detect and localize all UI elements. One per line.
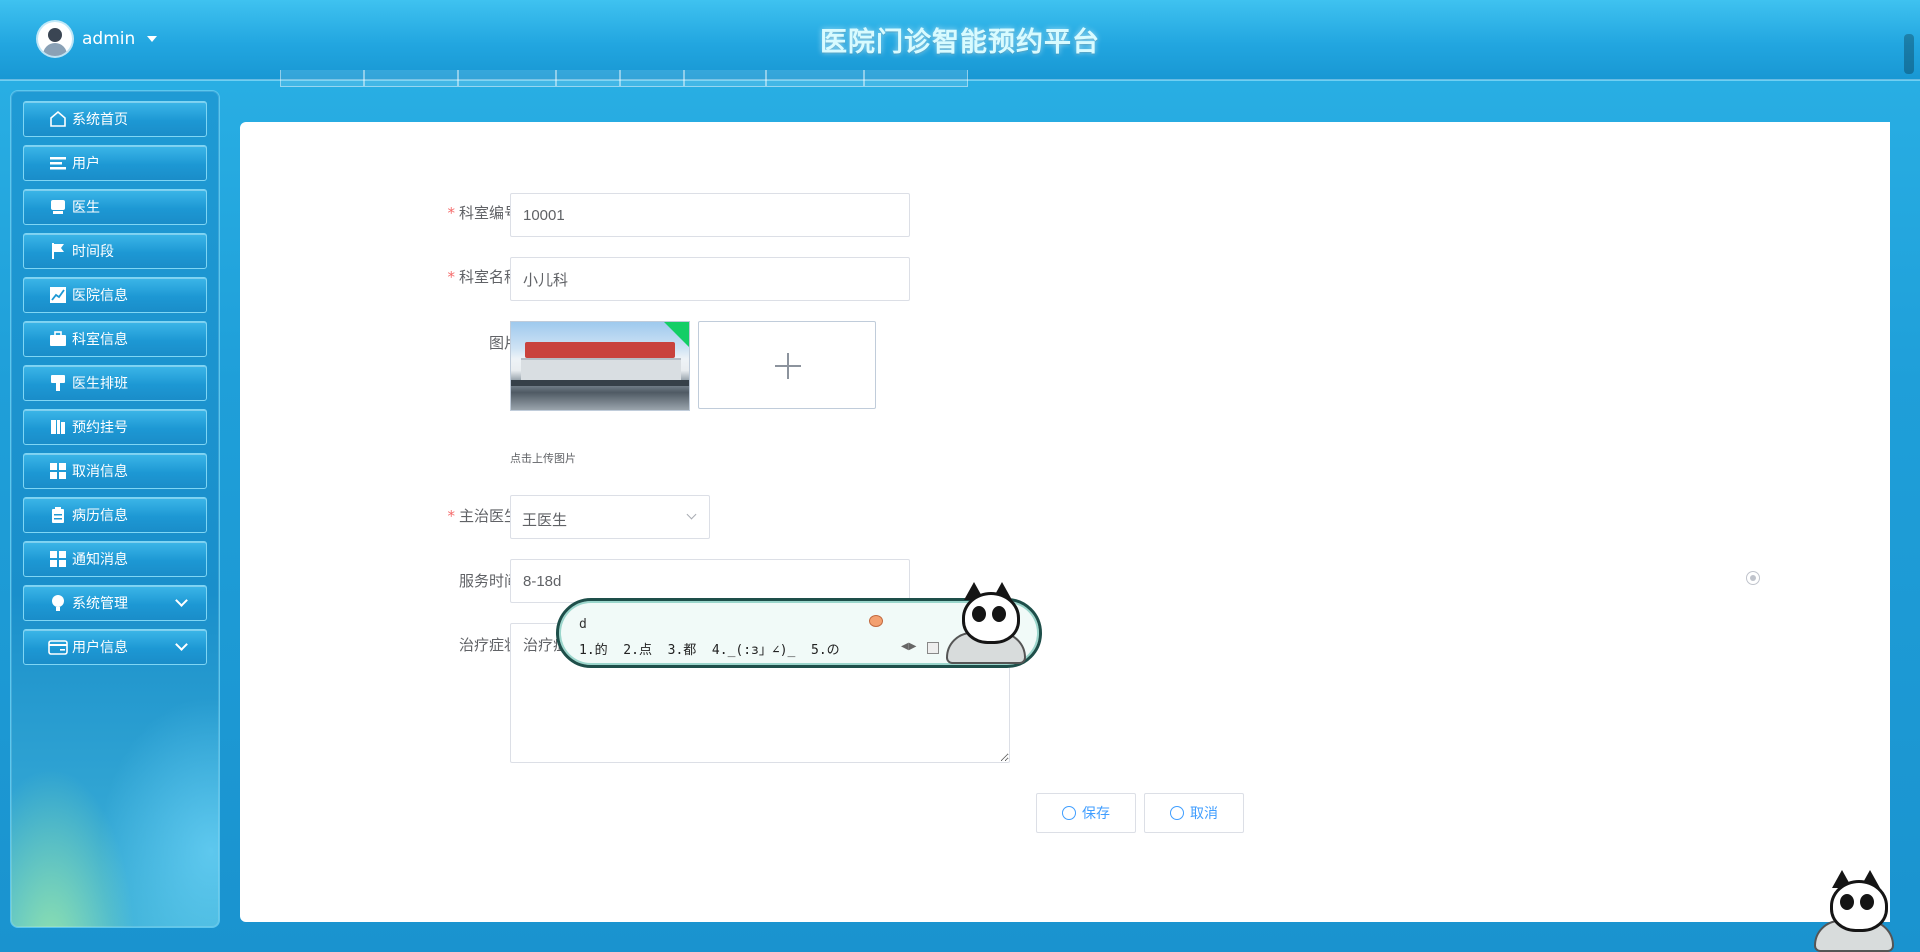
department-code-input[interactable] [510,193,910,237]
bulb-icon [48,593,68,613]
tab[interactable] [458,70,556,87]
card-icon [48,637,68,657]
cancel-button-label: 取消 [1190,806,1218,822]
sidebar-item-label: 病历信息 [72,508,128,524]
sidebar-item-label: 通知消息 [72,552,128,568]
book-icon [48,417,68,437]
ime-mascot-cat-corner [1814,870,1894,952]
upload-hint: 点击上传图片 [510,452,576,465]
cancel-button[interactable]: 取消 [1144,793,1244,833]
tab[interactable] [766,70,864,87]
tabs-strip [240,70,1890,122]
sidebar-item-doctors[interactable]: 医生 [23,189,207,225]
sidebar-item-label: 用户 [72,156,100,172]
doctor-label: * 主治医生 [447,507,519,525]
plus-icon [787,353,789,379]
sidebar-item-label: 取消信息 [72,464,128,480]
name-label: * 科室名称 [447,268,519,286]
doctor-select-value: 王医生 [522,511,568,529]
sidebar: 系统首页 用户 医生 时间段 医院信息 科室信息 医生排班 预约挂号 取消信息 … [10,90,220,928]
grid-icon [48,549,68,569]
building-base [511,380,689,386]
tab[interactable] [556,70,620,87]
close-circle-icon [1170,806,1184,820]
home-icon [48,109,68,129]
top-header: admin 医院门诊智能预约平台 [0,0,1920,81]
sidebar-item-label: 科室信息 [72,332,128,348]
ime-page-arrows-icon[interactable]: ◀▶ [901,641,916,652]
sidebar-menu: 系统首页 用户 医生 时间段 医院信息 科室信息 医生排班 预约挂号 取消信息 … [11,91,219,665]
chevron-down-icon [686,509,697,520]
doctor-select[interactable]: 王医生 [510,495,710,539]
sidebar-item-label: 系统管理 [72,596,128,612]
building-facade [521,358,681,382]
flag-icon [48,241,68,261]
save-button[interactable]: 保存 [1036,793,1136,833]
ime-skin-icon[interactable] [869,615,883,627]
sidebar-item-department-info[interactable]: 科室信息 [23,321,207,357]
service-time-input[interactable] [510,559,910,603]
sidebar-item-label: 时间段 [72,244,114,260]
chevron-down-icon[interactable] [175,594,188,607]
check-circle-icon [1062,806,1076,820]
sidebar-item-timeslots[interactable]: 时间段 [23,233,207,269]
tab[interactable] [364,70,458,87]
app-title: 医院门诊智能预约平台 [820,27,1100,58]
sidebar-item-home[interactable]: 系统首页 [23,101,207,137]
sidebar-item-system-management[interactable]: 系统管理 [23,585,207,621]
sidebar-item-label: 预约挂号 [72,420,128,436]
symptoms-label: 治疗症状 [458,636,519,654]
save-button-label: 保存 [1082,806,1110,822]
clipboard-icon [48,505,68,525]
sidebar-item-hospital-info[interactable]: 医院信息 [23,277,207,313]
tab[interactable] [620,70,684,87]
building-sign [525,342,675,358]
sidebar-item-label: 医院信息 [72,288,128,304]
sidebar-item-users[interactable]: 用户 [23,145,207,181]
tab[interactable] [684,70,766,87]
chevron-down-icon[interactable] [175,638,188,651]
uploaded-image-thumbnail[interactable] [510,321,690,411]
code-label: * 科室编号 [447,204,519,222]
list-icon [48,153,68,173]
scrollbar[interactable] [1904,34,1914,74]
ime-expand-icon[interactable] [927,642,939,654]
sidebar-item-user-info[interactable]: 用户信息 [23,629,207,665]
briefcase-icon [48,329,68,349]
upload-image-button[interactable] [698,321,876,409]
sidebar-item-label: 用户信息 [72,640,128,656]
ime-candidates[interactable]: 1.的 2.点 3.都 4._(:з」∠)_ 5.の [579,639,840,658]
department-name-input[interactable] [510,257,910,301]
sidebar-item-label: 系统首页 [72,112,128,128]
tab[interactable] [864,70,968,87]
chart-icon [48,285,68,305]
ime-mascot-cat [946,582,1026,664]
image-label: 图片 [488,334,519,352]
sidebar-item-notifications[interactable]: 通知消息 [23,541,207,577]
sidebar-item-appointment[interactable]: 预约挂号 [23,409,207,445]
service-time-label: 服务时间 [458,572,519,590]
tab[interactable] [280,70,364,87]
sidebar-item-label: 医生 [72,200,100,216]
ime-typed-text: d [579,617,587,632]
brush-icon [48,373,68,393]
clear-icon[interactable] [1746,571,1760,585]
monitor-icon [48,197,68,217]
grid-icon [48,461,68,481]
sidebar-item-doctor-schedule[interactable]: 医生排班 [23,365,207,401]
sidebar-item-label: 医生排班 [72,376,128,392]
sidebar-item-medical-records[interactable]: 病历信息 [23,497,207,533]
sidebar-item-cancel-info[interactable]: 取消信息 [23,453,207,489]
